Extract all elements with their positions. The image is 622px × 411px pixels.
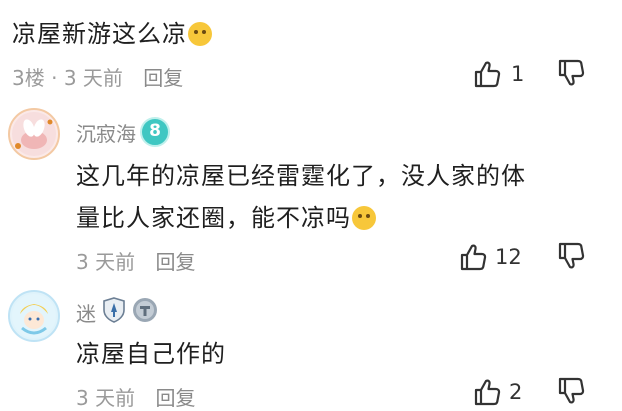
timestamp: 3 天前 [63,66,123,90]
dislike-button[interactable] [556,58,586,92]
like-count: 1 [511,62,525,86]
thumbs-down-icon [558,242,585,269]
reply-button[interactable]: 回复 [155,250,195,274]
timestamp: 3 天前 [76,250,136,274]
username[interactable]: 迷 [76,298,96,327]
comment-meta: 3楼 · 3 天前 回复 [12,62,183,91]
thumbs-up-icon [460,244,487,271]
reply-button[interactable]: 回复 [155,386,195,410]
reply-button[interactable]: 回复 [143,66,183,90]
like-count: 2 [509,380,523,404]
like-button[interactable]: 12 [458,241,522,273]
avatar[interactable] [8,290,60,342]
comment-header: 迷 [76,297,158,327]
comment-content: 凉屋新游这么凉 [12,10,212,58]
comment-content-line: 量比人家还圈，能不凉吗 [76,194,376,242]
level-badge-number: 8 [149,121,161,141]
dislike-button[interactable] [556,376,586,410]
thumbs-down-icon [558,377,585,404]
floor-label: 3楼 [12,66,45,90]
emoji-icon [188,22,212,46]
like-button[interactable]: 2 [472,376,522,408]
comment-meta: 3 天前 回复 [76,382,195,411]
comment-meta: 3 天前 回复 [76,246,195,275]
comment-content: 凉屋自己作的 [76,340,226,368]
thumbs-up-icon [474,61,501,88]
like-button[interactable]: 1 [472,58,524,90]
shield-badge-icon [102,297,126,327]
comment-header: 沉寂海 8 [76,117,170,147]
comment-content-line: 这几年的凉屋已经雷霆化了，没人家的体 [76,162,526,190]
like-count: 12 [495,245,522,269]
dislike-button[interactable] [556,241,586,275]
emoji-icon [352,206,376,230]
fan-badge-icon [132,297,158,327]
thumbs-down-icon [558,59,585,86]
avatar[interactable] [8,108,60,160]
timestamp: 3 天前 [76,386,136,410]
separator-dot: · [51,66,58,90]
level-badge-icon: 8 [140,117,170,147]
username[interactable]: 沉寂海 [76,118,136,147]
